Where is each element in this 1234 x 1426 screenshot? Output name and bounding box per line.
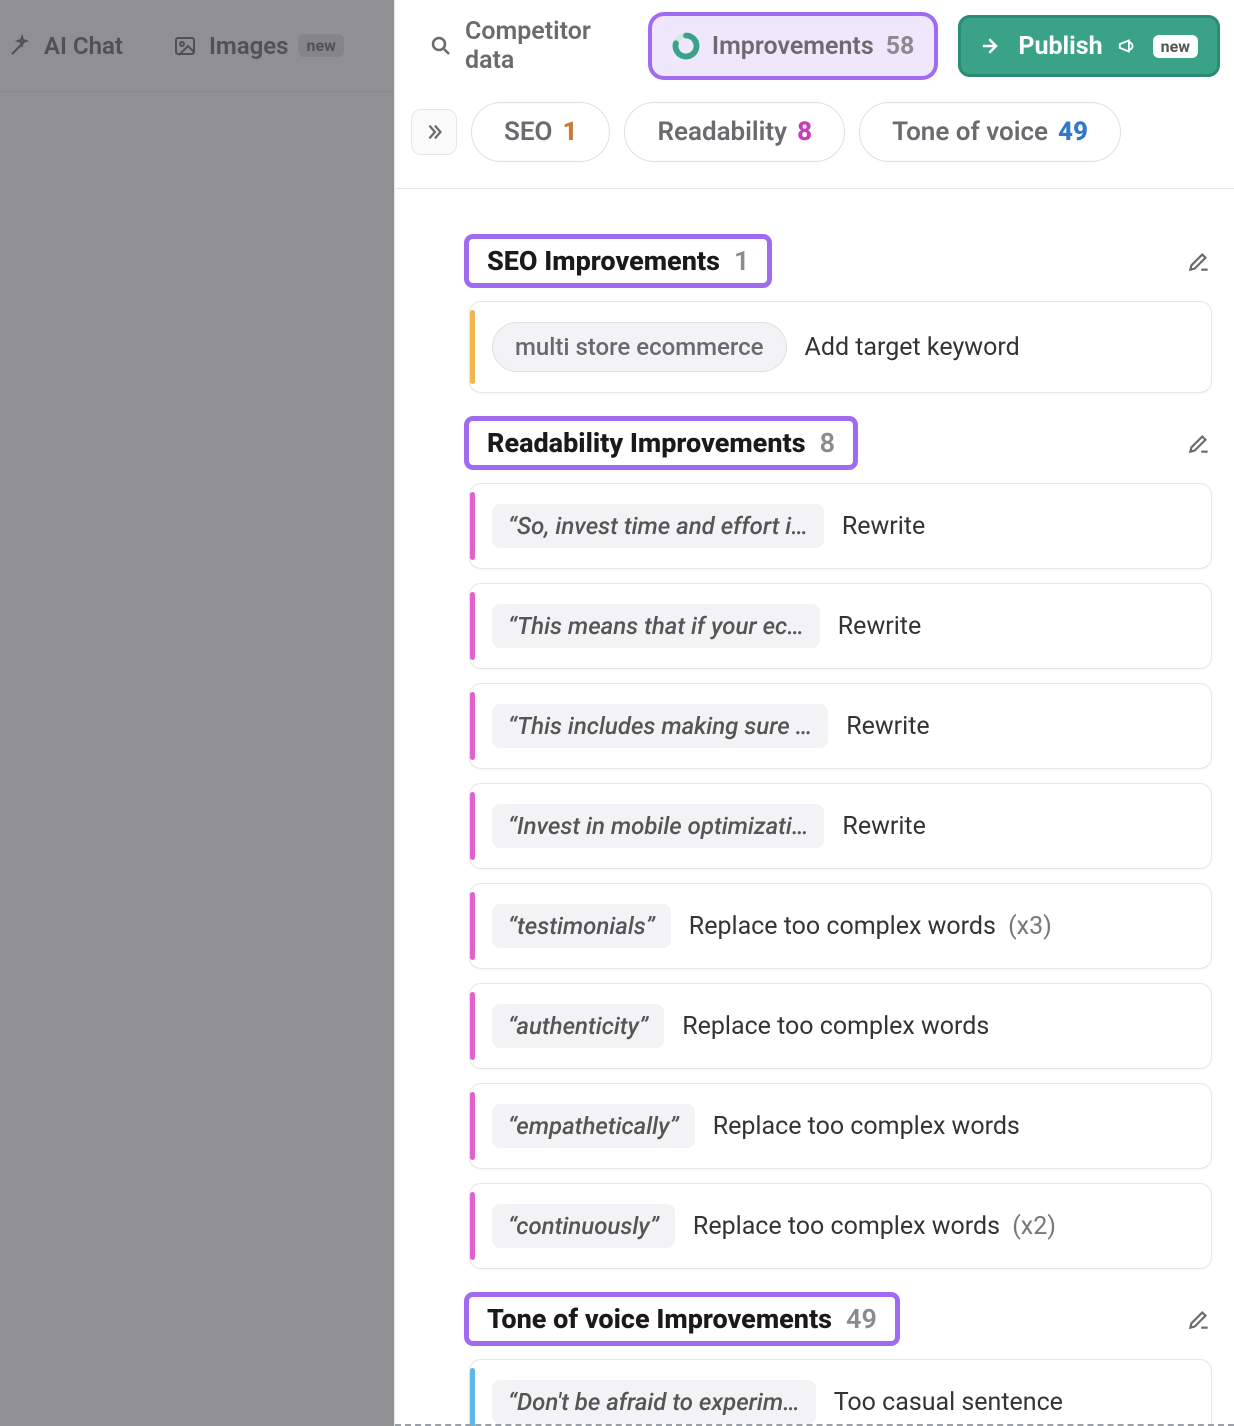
section-tone-title: Tone of voice Improvements [487, 1303, 832, 1335]
section-seo-title: SEO Improvements [487, 245, 720, 277]
section-readability-count: 8 [820, 427, 835, 459]
filter-readability-count: 8 [797, 117, 812, 147]
edit-readability-button[interactable] [1186, 430, 1212, 456]
readability-item[interactable]: “This means that if your ec… Rewrite [469, 583, 1212, 669]
readability-item[interactable]: “So, invest time and effort i… Rewrite [469, 483, 1212, 569]
tab-competitor-label: Competitor data [465, 17, 608, 75]
readability-item[interactable]: “continuously” Replace too complex words… [469, 1183, 1212, 1269]
filter-tone-count: 49 [1058, 117, 1088, 147]
quote-chip: “Invest in mobile optimizati… [492, 804, 824, 848]
quote-chip: “This includes making sure … [492, 704, 828, 748]
filter-row: SEO 1 Readability 8 Tone of voice 49 [395, 92, 1234, 189]
occurrence-count: (x2) [1012, 1212, 1056, 1241]
tone-action: Too casual sentence [834, 1388, 1063, 1417]
quote-chip: “This means that if your ec… [492, 604, 820, 648]
tab-improvements-count: 58 [886, 32, 915, 61]
filter-tone[interactable]: Tone of voice 49 [859, 102, 1121, 162]
seo-item[interactable]: multi store ecommerce Add target keyword [469, 301, 1212, 393]
publish-label: Publish [1018, 32, 1102, 61]
occurrence-count: (x3) [1008, 912, 1052, 941]
nav-images[interactable]: Images new [171, 32, 344, 60]
readability-action: Replace too complex words [713, 1112, 1020, 1141]
keyword-chip: multi store ecommerce [492, 322, 787, 372]
pencil-icon [1186, 430, 1212, 456]
tab-improvements-label: Improvements [712, 32, 874, 61]
readability-action: Replace too complex words (x3) [689, 912, 1052, 941]
editor-body: merce [0, 92, 394, 252]
readability-item[interactable]: “empathetically” Replace too complex wor… [469, 1083, 1212, 1169]
filter-seo[interactable]: SEO 1 [471, 102, 610, 162]
images-new-badge: new [298, 34, 343, 57]
quote-chip: “testimonials” [492, 904, 671, 948]
left-toolbar: AI Chat Images new [0, 0, 394, 92]
filter-readability[interactable]: Readability 8 [624, 102, 845, 162]
section-seo-count: 1 [734, 245, 749, 277]
nav-ai-chat-label: AI Chat [44, 32, 123, 60]
filter-readability-label: Readability [657, 117, 787, 147]
search-icon [429, 34, 453, 58]
megaphone-icon [1117, 35, 1139, 57]
pencil-icon [1186, 1306, 1212, 1332]
tab-improvements[interactable]: Improvements 58 [652, 16, 934, 76]
readability-action: Rewrite [842, 812, 925, 841]
readability-item[interactable]: “testimonials” Replace too complex words… [469, 883, 1212, 969]
readability-item[interactable]: “authenticity” Replace too complex words [469, 983, 1212, 1069]
nav-ai-chat[interactable]: AI Chat [6, 32, 123, 60]
section-tone-count: 49 [846, 1303, 877, 1335]
quote-chip: “continuously” [492, 1204, 675, 1248]
tab-competitor-data[interactable]: Competitor data [409, 16, 628, 76]
readability-item[interactable]: “This includes making sure … Rewrite [469, 683, 1212, 769]
editor-left-pane: AI Chat Images new merce [0, 0, 395, 1426]
section-readability-title: Readability Improvements [487, 427, 806, 459]
publish-icon [980, 34, 1004, 58]
readability-action: Rewrite [846, 712, 929, 741]
quote-chip: “authenticity” [492, 1004, 664, 1048]
filter-seo-label: SEO [504, 117, 552, 147]
filter-seo-count: 1 [562, 117, 577, 147]
image-icon [171, 32, 199, 60]
quote-chip: “Don't be afraid to experim… [492, 1380, 816, 1424]
quote-chip: “empathetically” [492, 1104, 695, 1148]
section-tone-header: Tone of voice Improvements 49 [469, 1297, 1212, 1341]
chevrons-right-icon [423, 121, 445, 143]
right-panel: Competitor data Improvements 58 Publish … [395, 0, 1234, 1426]
edit-tone-button[interactable] [1186, 1306, 1212, 1332]
pencil-icon [1186, 248, 1212, 274]
top-tabs: Competitor data Improvements 58 Publish … [395, 0, 1234, 92]
improvements-content: SEO Improvements 1 multi store ecommerce… [395, 189, 1234, 1426]
edit-seo-button[interactable] [1186, 248, 1212, 274]
readability-action: Rewrite [838, 612, 921, 641]
quote-chip: “So, invest time and effort i… [492, 504, 824, 548]
readability-action: Replace too complex words (x2) [693, 1212, 1056, 1241]
readability-item[interactable]: “Invest in mobile optimizati… Rewrite [469, 783, 1212, 869]
collapse-panel-button[interactable] [411, 109, 457, 155]
seo-item-action: Add target keyword [805, 333, 1020, 362]
readability-action: Rewrite [842, 512, 925, 541]
nav-images-label: Images [209, 32, 289, 60]
section-tone-title-pill: Tone of voice Improvements 49 [469, 1297, 895, 1341]
readability-action: Replace too complex words [682, 1012, 989, 1041]
section-readability-header: Readability Improvements 8 [469, 421, 1212, 465]
publish-button[interactable]: Publish new [958, 15, 1220, 77]
section-seo-title-pill: SEO Improvements 1 [469, 239, 767, 283]
section-readability-title-pill: Readability Improvements 8 [469, 421, 853, 465]
editor-heading-fragment: merce [0, 172, 394, 252]
publish-new-badge: new [1153, 35, 1198, 58]
filter-tone-label: Tone of voice [892, 117, 1048, 147]
section-seo-header: SEO Improvements 1 [469, 239, 1212, 283]
wand-icon [6, 32, 34, 60]
tone-item[interactable]: “Don't be afraid to experim… Too casual … [469, 1359, 1212, 1426]
progress-ring-icon [672, 32, 700, 60]
